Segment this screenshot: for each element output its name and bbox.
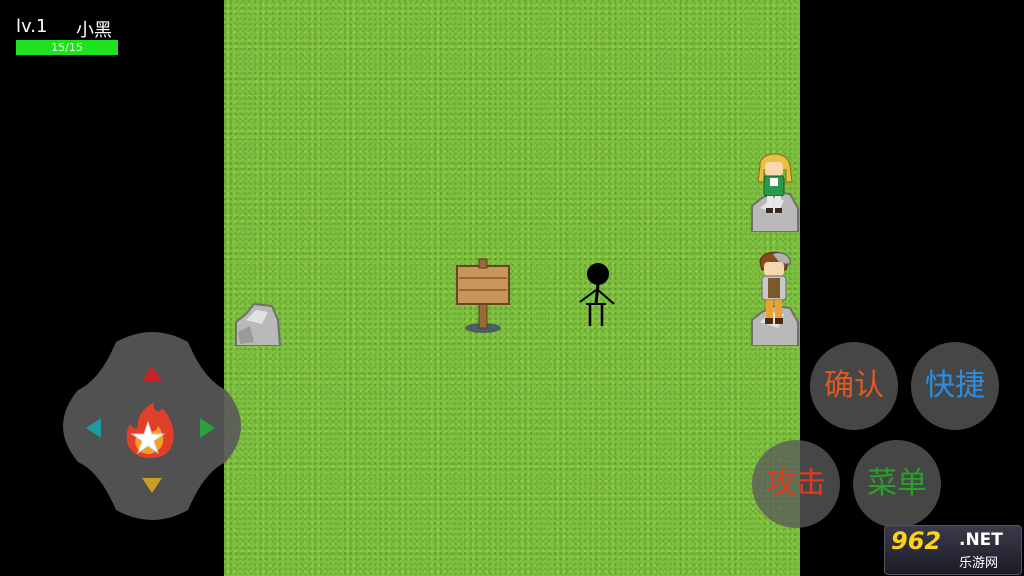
player-character <box>579 263 615 326</box>
wooden-signpost[interactable] <box>456 258 512 334</box>
attack-button[interactable]: 攻击 <box>752 440 840 528</box>
menu-button[interactable]: 菜单 <box>853 440 941 528</box>
hp-text: 15/15 <box>51 41 83 54</box>
player-level: lv.1 <box>16 16 48 37</box>
hp-bar: 15/15 <box>16 40 118 55</box>
watermark-net: .NET <box>959 530 1003 550</box>
npc-blonde-girl[interactable] <box>752 148 796 216</box>
left-arrow-icon[interactable] <box>86 418 101 438</box>
confirm-button[interactable]: 确认 <box>810 342 898 430</box>
player-name: 小黑 <box>76 20 112 41</box>
right-arrow-icon[interactable] <box>200 418 215 438</box>
flame-star-icon <box>126 402 174 458</box>
up-arrow-icon[interactable] <box>142 366 162 381</box>
watermark-number: 962 <box>891 527 942 555</box>
npc-adventurer-boy[interactable] <box>752 248 796 332</box>
down-arrow-icon[interactable] <box>142 478 162 493</box>
shortcut-button[interactable]: 快捷 <box>911 342 999 430</box>
site-watermark-logo: 962 .NET 乐游网 <box>884 525 1022 575</box>
watermark-subtitle: 乐游网 <box>959 556 999 571</box>
game-map[interactable] <box>224 0 800 576</box>
